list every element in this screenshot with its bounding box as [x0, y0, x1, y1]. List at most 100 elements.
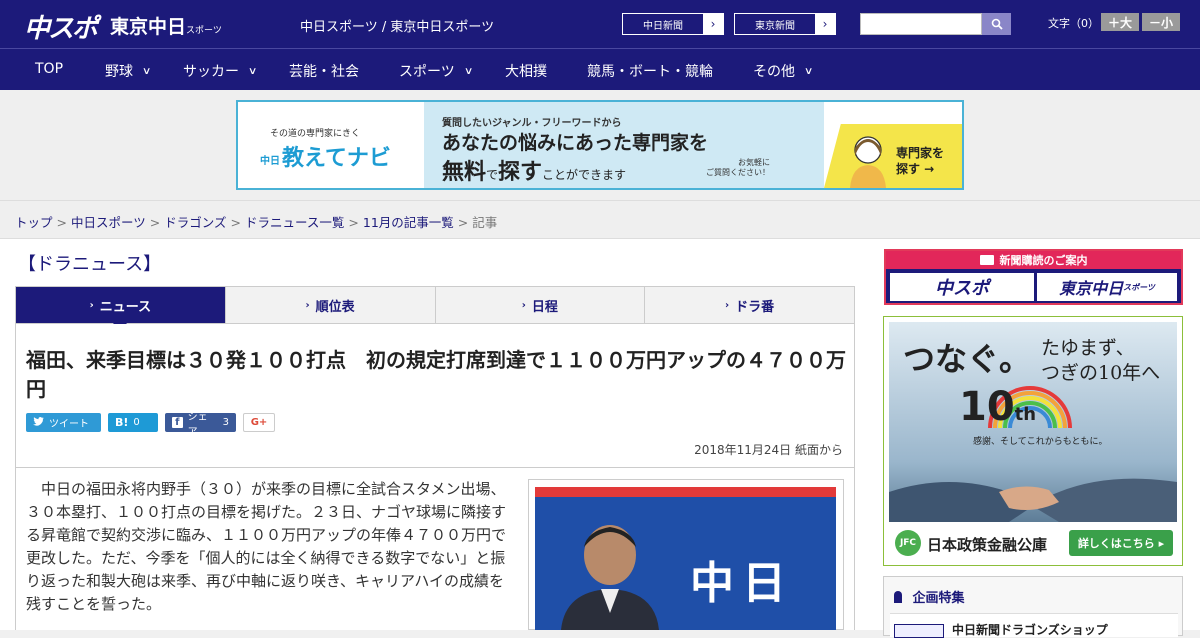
- breadcrumb-sep: >: [230, 215, 241, 230]
- nav-label: 大相撲: [505, 64, 547, 80]
- breadcrumb-chunichi-sports[interactable]: 中日スポーツ: [71, 215, 146, 230]
- text-size-down-button[interactable]: －小: [1142, 13, 1180, 31]
- hatena-count: 0: [133, 417, 140, 428]
- photo-red-strip: [535, 487, 836, 497]
- sub-tokyo-chunichi-logo: 東京中日 スポーツ: [1037, 273, 1177, 301]
- sub-tokyo-logo-text: 東京中日: [1059, 279, 1124, 298]
- breadcrumb-current: 記事: [472, 215, 498, 230]
- google-plus-button[interactable]: G+: [243, 413, 275, 432]
- breadcrumb-bar: トップ > 中日スポーツ > ドラゴンズ > ドラニュース一覧 >11月の記事一覧 > 記事: [0, 200, 1200, 239]
- nav-item-top[interactable]: TOP: [35, 61, 63, 77]
- tab-label: 日程: [531, 299, 558, 315]
- chevron-right-icon: ›: [725, 299, 730, 311]
- hatena-bookmark-button[interactable]: B! 0: [108, 413, 158, 432]
- banner-line2: あなたの悩みにあった専門家を: [442, 132, 709, 154]
- main-nav: TOP 野球 ∨ サッカー ∨ 芸能・社会 スポーツ ∨ 大相撲 競馬・ボート・競輪 …: [0, 48, 1200, 90]
- feature-thumb: [894, 624, 944, 638]
- nav-label: 野球: [105, 64, 133, 80]
- search-input[interactable]: [860, 13, 982, 35]
- chunichi-shimbun-label: 中日新聞: [643, 20, 683, 32]
- tab-schedule[interactable]: › 日程: [436, 287, 646, 323]
- jfc-logo-icon: JFC: [895, 530, 921, 556]
- subscription-title: 新聞購読のご案内: [886, 251, 1181, 269]
- ad-corp-name: 日本政策金融公庫: [927, 536, 1048, 554]
- article-photo[interactable]: 中日: [535, 487, 836, 630]
- tab-label: ニュース: [99, 299, 152, 315]
- share-buttons: ツイート B! 0 f シェア 3 G+: [26, 412, 275, 438]
- breadcrumb-sep: >: [56, 215, 67, 230]
- breadcrumb-top[interactable]: トップ: [15, 215, 53, 230]
- tab-news[interactable]: › ニュース: [16, 287, 226, 331]
- chevron-down-icon: ∨: [247, 65, 258, 77]
- nav-label: サッカー: [183, 64, 239, 80]
- subscription-panel[interactable]: 新聞購読のご案内 中スポ 東京中日 スポーツ: [884, 249, 1183, 305]
- site-subtitle: 中日スポーツ / 東京中日スポーツ: [300, 20, 495, 35]
- twitter-icon: [33, 416, 44, 429]
- facebook-count: 3: [222, 417, 229, 428]
- tweet-label: ツイート: [49, 419, 89, 430]
- banner-free: 無料: [442, 160, 487, 185]
- breadcrumb: トップ > 中日スポーツ > ドラゴンズ > ドラニュース一覧 >11月の記事一覧 > 記事: [15, 212, 497, 231]
- banner-note: お気軽に ご質問ください！: [706, 158, 770, 178]
- feature-item-dragons-shop[interactable]: 中日新聞ドラゴンズショップ: [890, 613, 1178, 638]
- nav-item-sports[interactable]: スポーツ ∨: [399, 61, 474, 81]
- search-icon: [991, 18, 1003, 30]
- tokyo-chunichi-logo[interactable]: 東京中日スポーツ: [110, 12, 222, 39]
- tab-standings[interactable]: › 順位表: [226, 287, 436, 323]
- hatena-icon: B!: [115, 416, 129, 429]
- ad-kansha: 感謝、そしてこれからもともに。: [973, 437, 1108, 447]
- chevron-down-icon: ∨: [803, 65, 814, 77]
- facebook-label: シェア: [187, 411, 208, 438]
- nav-label: スポーツ: [399, 64, 455, 80]
- chevron-right-icon: ›: [521, 299, 526, 311]
- chevron-down-icon: ∨: [141, 65, 152, 77]
- facebook-icon: f: [172, 417, 183, 428]
- feature-title-text: 企画特集: [912, 591, 965, 606]
- banner-brand-prefix: 中日: [260, 155, 280, 167]
- chunichi-shimbun-link[interactable]: 中日新聞 ›: [622, 13, 724, 35]
- article-date: 2018年11月24日 紙面から: [694, 443, 843, 457]
- nav-label: 芸能・社会: [289, 64, 359, 80]
- ad-tameru-1: たゆまず、: [1041, 337, 1135, 359]
- google-plus-icon: G+: [250, 417, 268, 428]
- ad-10th: 10th: [959, 384, 1036, 430]
- ad-10th-num: 10: [959, 384, 1015, 430]
- newspaper-icon: [979, 255, 994, 265]
- chuspo-logo[interactable]: 中スポ: [24, 8, 98, 45]
- tweet-button[interactable]: ツイート: [26, 413, 101, 432]
- text-size-up-button[interactable]: ＋大: [1101, 13, 1139, 31]
- tab-dora-ban[interactable]: › ドラ番: [645, 287, 854, 323]
- ribbon-icon: [894, 591, 902, 603]
- tokyo-shimbun-link[interactable]: 東京新聞 ›: [734, 13, 836, 35]
- jfc-ad-footer: JFC 日本政策金融公庫 詳しくはこちら ▸: [889, 522, 1177, 562]
- search-button[interactable]: [982, 13, 1011, 35]
- nav-label: 競馬・ボート・競輪: [587, 64, 713, 80]
- banner-cta: 専門家を 探す →: [896, 146, 945, 176]
- article-headline: 福田、来季目標は３０発１００打点 初の規定打席到達で１１００万円アップの４７００…: [26, 348, 846, 401]
- chevron-right-icon: ›: [305, 299, 310, 311]
- facebook-share-button[interactable]: f シェア 3: [165, 412, 236, 438]
- banner-left: その道の専門家にきく 中日教えてナビ: [238, 102, 424, 188]
- nav-item-other[interactable]: その他 ∨: [753, 61, 814, 81]
- feature-title: 企画特集: [894, 587, 965, 606]
- feature-section: 企画特集 中日新聞ドラゴンズショップ: [883, 576, 1183, 638]
- breadcrumb-dragons[interactable]: ドラゴンズ: [164, 215, 226, 230]
- banner-de: で: [486, 168, 499, 182]
- nav-item-racing[interactable]: 競馬・ボート・競輪: [587, 61, 713, 81]
- oshiete-navi-banner[interactable]: その道の専門家にきく 中日教えてナビ 質問したいジャンル・フリーワードから あな…: [236, 100, 964, 190]
- sub-chuspo-logo: 中スポ: [890, 273, 1034, 301]
- nav-item-baseball[interactable]: 野球 ∨: [105, 61, 152, 81]
- jfc-ad-image[interactable]: つなぐ。 たゆまず、 つぎの10年へ 10th 感謝、そしてこれからもともに。: [889, 322, 1177, 522]
- tab-label: ドラ番: [735, 299, 775, 315]
- text-size-label: 文字（0）: [1048, 17, 1099, 30]
- breadcrumb-dora-news-list[interactable]: ドラニュース一覧: [245, 215, 344, 230]
- nav-item-sumo[interactable]: 大相撲: [505, 61, 547, 81]
- chevron-right-icon: ›: [703, 14, 723, 34]
- nav-item-entertainment[interactable]: 芸能・社会: [289, 61, 359, 81]
- nav-item-soccer[interactable]: サッカー ∨: [183, 61, 258, 81]
- chevron-down-icon: ∨: [463, 65, 474, 77]
- ad-detail-button[interactable]: 詳しくはこちら ▸: [1069, 530, 1173, 556]
- breadcrumb-sep: >: [348, 215, 359, 230]
- breadcrumb-november-list[interactable]: 11月の記事一覧: [363, 215, 454, 230]
- banner-middle: 質問したいジャンル・フリーワードから あなたの悩みにあった専門家を 無料で探すこ…: [424, 102, 962, 188]
